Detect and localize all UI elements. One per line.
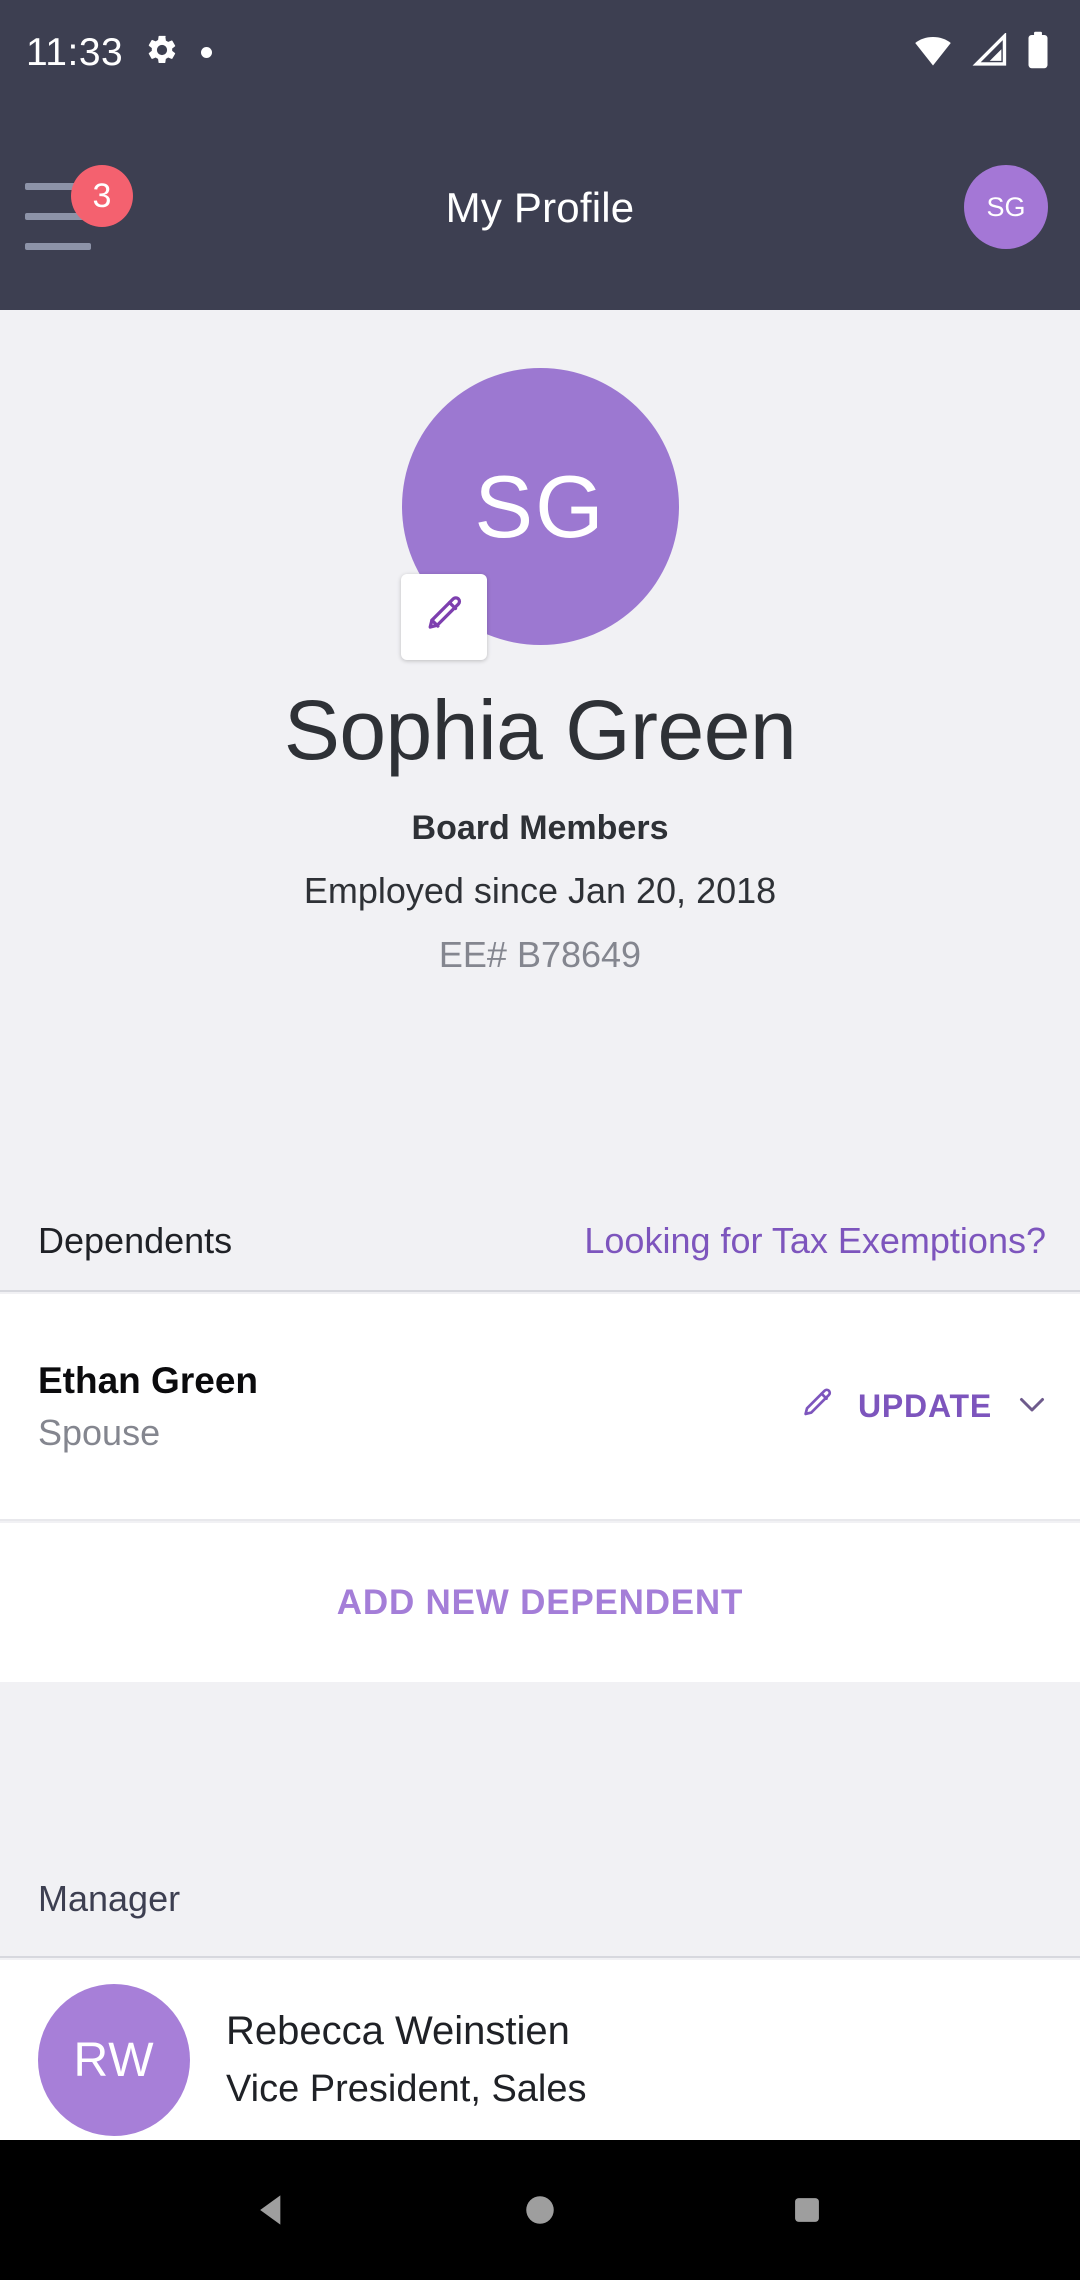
dependent-name: Ethan Green: [38, 1359, 258, 1401]
app-bar: My Profile 3 SG: [0, 105, 1080, 310]
status-bar-right: [914, 31, 1050, 74]
dependent-relationship: Spouse: [38, 1411, 161, 1453]
profile-employee-number: EE# B78649: [438, 934, 642, 975]
manager-title: Manager: [38, 1878, 181, 1919]
dependents-title: Dependents: [38, 1220, 233, 1261]
chevron-down-icon[interactable]: [1014, 1386, 1050, 1427]
cellular-signal-icon: [970, 31, 1008, 72]
dependent-info: Ethan Green Spouse: [38, 1360, 258, 1454]
pencil-icon: [421, 592, 467, 643]
status-time: 11:33: [26, 30, 124, 74]
notification-badge: 3: [71, 165, 133, 227]
gear-icon: [145, 33, 179, 72]
phone-screen: 11:33 My Profile 3 SG SG Sophia Green Bo…: [0, 0, 1080, 2280]
battery-icon: [1026, 31, 1050, 74]
home-circle-icon: [526, 2196, 554, 2224]
manager-section-header: Manager: [0, 1682, 1080, 1958]
tax-exemptions-link[interactable]: Looking for Tax Exemptions?: [584, 1220, 1046, 1262]
manager-card[interactable]: RW Rebecca Weinstien Vice President, Sal…: [0, 1960, 1080, 2160]
dot-icon: [201, 47, 213, 58]
recents-square-icon: [794, 2198, 819, 2222]
hamburger-menu-button[interactable]: 3: [25, 165, 133, 250]
manager-avatar: RW: [38, 1984, 190, 2136]
edit-avatar-button[interactable]: [400, 574, 487, 660]
hamburger-line: [25, 243, 91, 250]
back-triangle-icon: [260, 2195, 281, 2225]
update-label: UPDATE: [858, 1388, 992, 1424]
nav-recents-button[interactable]: [747, 2160, 867, 2260]
avatar[interactable]: SG: [964, 165, 1048, 249]
profile-avatar-wrap: SG: [400, 368, 679, 660]
dependents-section-header: Dependents Looking for Tax Exemptions?: [0, 1192, 1080, 1292]
pencil-icon: [798, 1385, 836, 1428]
profile-department: Board Members: [411, 809, 669, 847]
status-bar-left: 11:33: [26, 30, 213, 75]
add-new-dependent-label: ADD NEW DEPENDENT: [336, 1582, 744, 1622]
page-title: My Profile: [445, 183, 635, 231]
table-row[interactable]: Ethan Green Spouse UPDATE: [0, 1294, 1080, 1521]
profile-hero: SG Sophia Green Board Members Employed s…: [0, 310, 1080, 1192]
manager-role: Vice President, Sales: [226, 2068, 587, 2110]
status-bar: 11:33: [0, 0, 1080, 105]
wifi-icon: [914, 33, 952, 72]
profile-employed-since: Employed since Jan 20, 2018: [303, 870, 777, 911]
nav-home-button[interactable]: [480, 2160, 600, 2260]
add-new-dependent-button[interactable]: ADD NEW DEPENDENT: [0, 1523, 1080, 1682]
nav-back-button[interactable]: [213, 2160, 333, 2260]
profile-name: Sophia Green: [283, 683, 797, 777]
android-nav-bar: [0, 2140, 1080, 2280]
manager-info: Rebecca Weinstien Vice President, Sales: [226, 2009, 587, 2111]
update-dependent-button[interactable]: UPDATE: [798, 1385, 1050, 1428]
manager-name: Rebecca Weinstien: [226, 2009, 570, 2053]
